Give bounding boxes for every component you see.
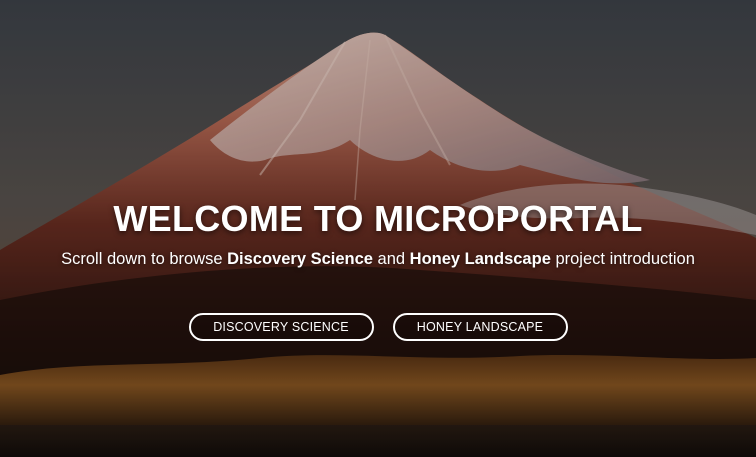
hero-button-group: DISCOVERY SCIENCE HONEY LANDSCAPE xyxy=(0,313,756,341)
hero-subtitle: Scroll down to browse Discovery Science … xyxy=(0,248,756,270)
page-title: WELCOME TO MICROPORTAL xyxy=(113,198,643,239)
subtitle-project-discovery: Discovery Science xyxy=(227,250,373,268)
hero-section: WELCOME TO MICROPORTAL Scroll down to br… xyxy=(0,0,756,457)
discovery-science-button[interactable]: DISCOVERY SCIENCE xyxy=(188,313,374,341)
honey-landscape-button[interactable]: HONEY LANDSCAPE xyxy=(392,313,568,341)
subtitle-project-honey: Honey Landscape xyxy=(409,250,551,268)
subtitle-suffix: project introduction xyxy=(550,250,695,268)
subtitle-prefix: Scroll down to browse xyxy=(61,250,228,268)
hero-content: WELCOME TO MICROPORTAL Scroll down to br… xyxy=(0,196,756,270)
subtitle-joiner: and xyxy=(372,250,410,268)
